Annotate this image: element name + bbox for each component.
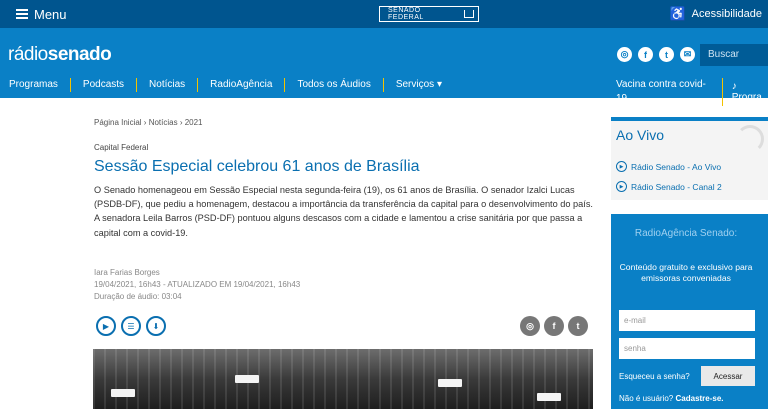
section-label: Capital Federal <box>94 143 149 152</box>
play-icon: ▶ <box>616 181 627 192</box>
email-icon[interactable]: ✉ <box>680 47 695 62</box>
ao-vivo-box: Ao Vivo ▶ Rádio Senado - Ao Vivo ▶ Rádio… <box>611 117 768 200</box>
share-buttons: ◎ f t <box>520 316 588 336</box>
access-button[interactable]: Acessar <box>701 366 755 386</box>
nav-item-podcasts[interactable]: Podcasts <box>71 78 138 92</box>
menu-label: Menu <box>34 6 67 22</box>
twitter-icon[interactable]: t <box>659 47 674 62</box>
nav-item-programas[interactable]: Programas <box>0 78 71 92</box>
live-link-label: Rádio Senado - Canal 2 <box>631 181 722 192</box>
hamburger-icon <box>16 9 28 19</box>
search-input[interactable]: Buscar <box>700 44 768 66</box>
signup-line: Não é usuário? Cadastre-se. <box>619 394 724 403</box>
publish-dates: 19/04/2021, 16h43 - ATUALIZADO EM 19/04/… <box>94 280 301 289</box>
nav-right-group: Vacina contra covid-19 ♪ Progra <box>616 78 768 106</box>
article-meta: Iara Farias Borges 19/04/2021, 16h43 - A… <box>94 267 300 303</box>
menu-button[interactable]: Menu <box>16 5 67 23</box>
brand-bar: rádiosenado ◎ f t ✉ Buscar Programas Pod… <box>0 28 768 106</box>
facebook-icon[interactable]: f <box>638 47 653 62</box>
signup-prefix: Não é usuário? <box>619 394 674 403</box>
radioagencia-box: RadioAgência Senado: Conteúdo gratuito e… <box>611 214 768 409</box>
play-icon: ▶ <box>616 161 627 172</box>
play-icon[interactable]: ▶ <box>96 316 116 336</box>
page-title: Sessão Especial celebrou 61 anos de Bras… <box>94 158 420 175</box>
email-field[interactable]: e-mail <box>619 310 755 331</box>
breadcrumb[interactable]: Página Inicial › Notícias › 2021 <box>94 118 203 127</box>
audio-controls: ▶ ☰ ⬇ <box>96 316 166 336</box>
logo-text-radio: rádio <box>8 44 48 65</box>
senado-federal-label: SENADO FEDERAL <box>388 7 424 21</box>
article-lead: O Senado homenageou em Sessão Especial n… <box>94 185 593 238</box>
password-field[interactable]: senha <box>619 338 755 359</box>
author: Iara Farias Borges <box>94 268 160 277</box>
congress-icon <box>464 10 474 18</box>
live-link-label: Rádio Senado - Ao Vivo <box>631 161 722 172</box>
forgot-password-link[interactable]: Esqueceu a senha? <box>619 372 690 381</box>
share-whatsapp-icon[interactable]: ◎ <box>520 316 540 336</box>
social-links: ◎ f t ✉ <box>617 47 695 62</box>
accessibility-icon: ♿ <box>669 6 686 21</box>
share-twitter-icon[interactable]: t <box>568 316 588 336</box>
playlist-add-icon[interactable]: ☰ <box>121 316 141 336</box>
article-photo <box>93 349 593 409</box>
radioagencia-title: RadioAgência Senado: <box>634 228 738 239</box>
top-bar: Menu SENADO FEDERAL ♿ Acessibilidade <box>0 0 768 28</box>
main-nav: Programas Podcasts Notícias RadioAgência… <box>0 72 768 106</box>
radioagencia-description: Conteúdo gratuito e exclusivo para emiss… <box>619 262 753 283</box>
accessibility-link[interactable]: ♿ Acessibilidade <box>669 6 762 22</box>
share-facebook-icon[interactable]: f <box>544 316 564 336</box>
whatsapp-icon[interactable]: ◎ <box>617 47 632 62</box>
broadcast-icon <box>736 125 764 153</box>
nav-item-programacao[interactable]: ♪ Progra <box>723 81 768 103</box>
live-link-canal-2[interactable]: ▶ Rádio Senado - Canal 2 <box>616 181 722 192</box>
audio-duration: Duração de áudio: 03:04 <box>94 292 182 301</box>
accessibility-label: Acessibilidade <box>691 8 762 20</box>
download-icon[interactable]: ⬇ <box>146 316 166 336</box>
nav-item-servicos[interactable]: Serviços ▾ <box>384 78 454 92</box>
ao-vivo-title: Ao Vivo <box>616 127 664 143</box>
signup-link[interactable]: Cadastre-se. <box>676 394 724 403</box>
nav-item-radioagencia[interactable]: RadioAgência <box>198 78 286 92</box>
live-link-ao-vivo[interactable]: ▶ Rádio Senado - Ao Vivo <box>616 161 721 172</box>
nav-item-noticias[interactable]: Notícias <box>137 78 199 92</box>
radio-senado-logo[interactable]: rádiosenado <box>8 44 112 66</box>
logo-text-senado: senado <box>47 44 112 65</box>
senado-federal-link[interactable]: SENADO FEDERAL <box>379 6 479 22</box>
nav-item-vacina[interactable]: Vacina contra covid-19 <box>616 78 723 106</box>
nav-item-todos-audios[interactable]: Todos os Áudios <box>285 78 384 92</box>
